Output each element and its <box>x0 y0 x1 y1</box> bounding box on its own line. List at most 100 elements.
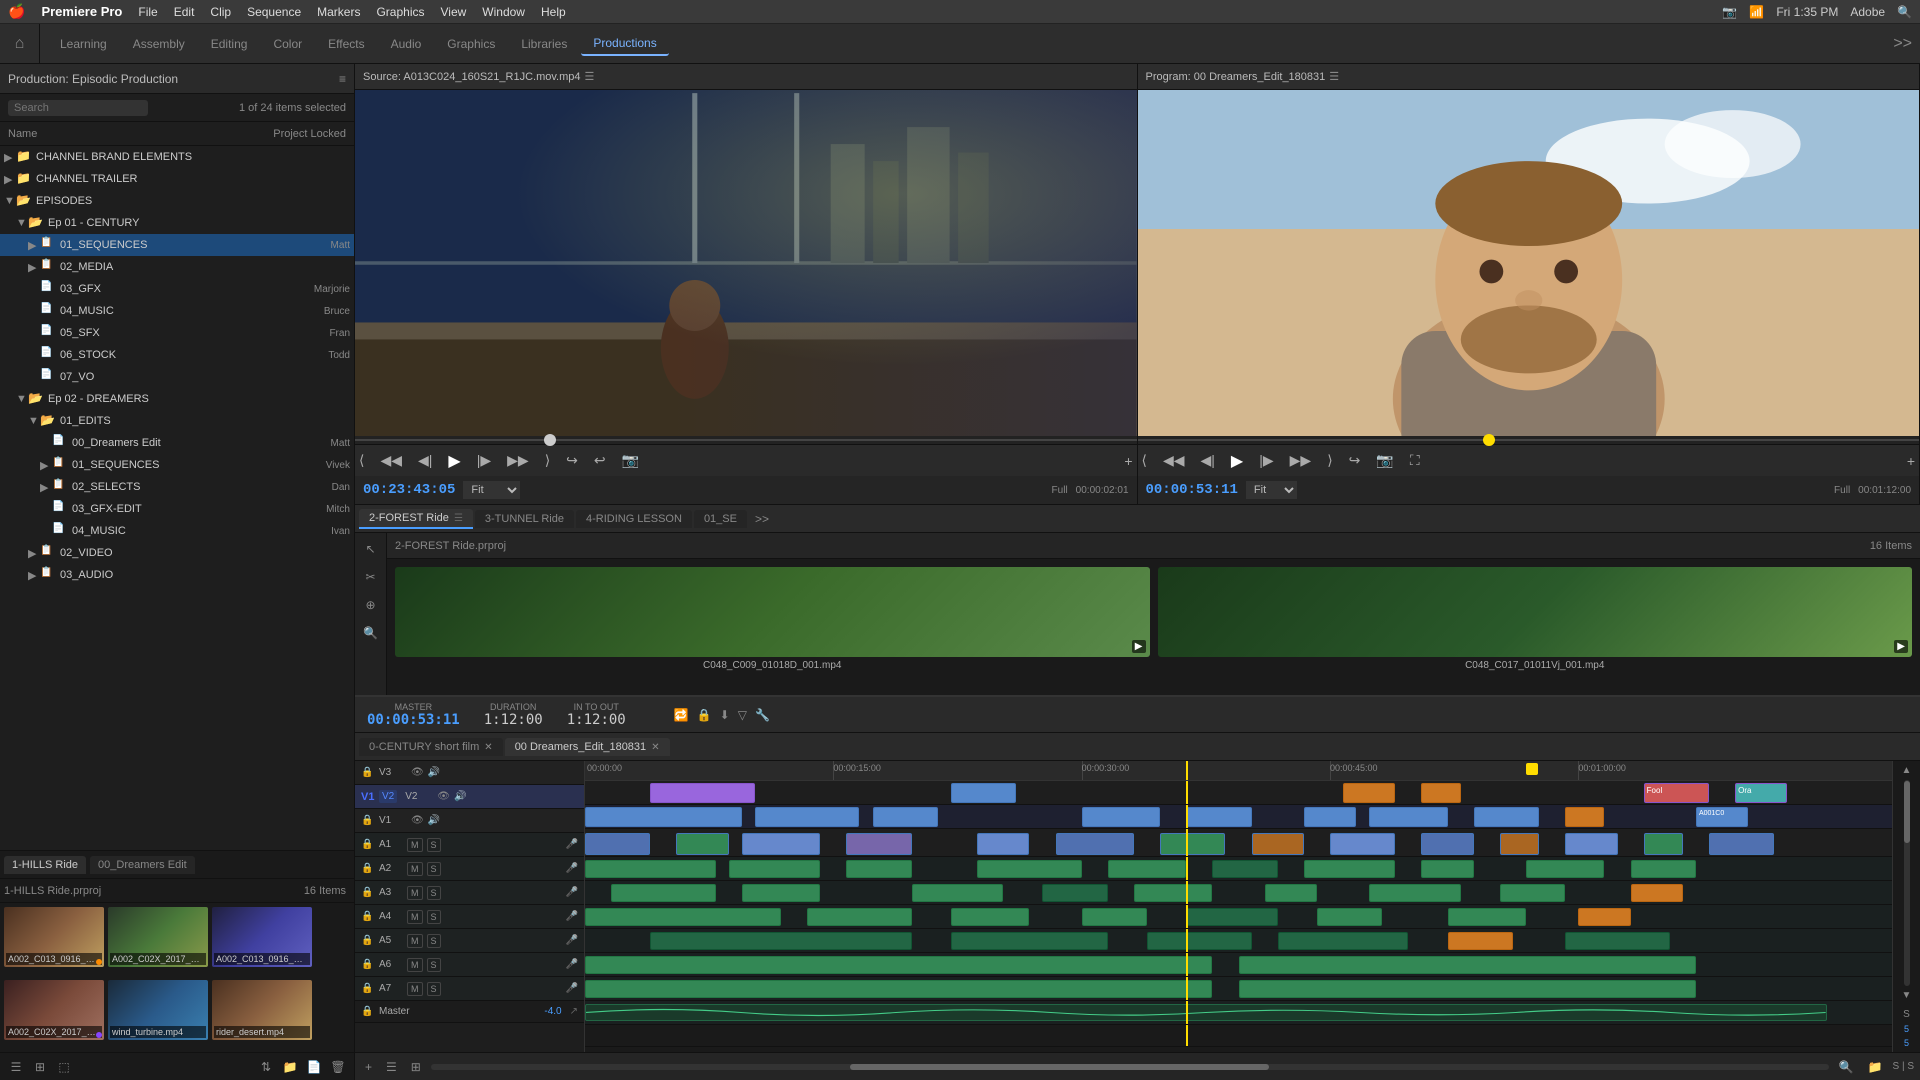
track-mute-button[interactable]: M <box>407 934 423 948</box>
clip-block[interactable] <box>1108 860 1186 878</box>
play-button[interactable]: ▶ <box>444 449 464 473</box>
thumbnail[interactable]: wind_turbine.mp4 <box>108 980 208 1040</box>
list-item[interactable]: ▼ 📂 01_EDITS <box>0 410 354 432</box>
clip-block[interactable] <box>1252 833 1304 855</box>
list-item[interactable]: 📄 07_VO <box>0 366 354 388</box>
clip-arrow-tool[interactable]: ↖ <box>359 537 383 561</box>
step-frame-back-button[interactable]: ◀| <box>414 450 436 471</box>
clip-block[interactable] <box>1421 833 1473 855</box>
clip-block[interactable] <box>585 956 1212 974</box>
timeline-tab-century[interactable]: 0-CENTURY short film ✕ <box>359 738 503 756</box>
clip-block[interactable]: Ora <box>1735 783 1787 803</box>
apple-icon[interactable]: 🍎 <box>8 3 25 20</box>
clip-block[interactable] <box>1565 833 1617 855</box>
clip-block[interactable] <box>1239 956 1696 974</box>
new-item-button[interactable]: 📄 <box>304 1057 324 1077</box>
project-search-input[interactable] <box>8 100 148 116</box>
clip-block[interactable] <box>1448 932 1513 950</box>
timeline-scroll-up[interactable]: ▲ <box>1902 765 1912 776</box>
clip-block[interactable] <box>1212 860 1277 878</box>
track-solo-button[interactable]: S <box>427 862 441 876</box>
clip-tab-tunnel-ride[interactable]: 3-TUNNEL Ride <box>475 510 574 528</box>
track-solo-button[interactable]: S <box>427 934 441 948</box>
clip-block[interactable] <box>1134 884 1212 902</box>
track-mute-button[interactable]: M <box>407 982 423 996</box>
menu-graphics[interactable]: Graphics <box>376 5 424 19</box>
list-item[interactable]: ▶ 📋 02_SELECTS Dan <box>0 476 354 498</box>
clip-block[interactable] <box>1082 807 1160 827</box>
clip-block[interactable] <box>1631 884 1683 902</box>
clip-block[interactable] <box>1186 908 1277 926</box>
more-clip-tabs-button[interactable]: >> <box>749 512 775 526</box>
icon-view-button[interactable]: ⊞ <box>30 1057 50 1077</box>
clip-block[interactable] <box>846 833 911 855</box>
list-item[interactable]: 📄 04_MUSIC Bruce <box>0 300 354 322</box>
tl-new-bin-button[interactable]: 📁 <box>1864 1058 1887 1076</box>
clip-block[interactable] <box>729 860 820 878</box>
step-back-button[interactable]: ◀◀ <box>376 450 406 471</box>
project-menu-button[interactable]: ≡ <box>339 72 346 86</box>
tl-tool-btn[interactable]: 🔒 <box>697 708 712 722</box>
list-item[interactable]: ▶ 📋 02_MEDIA <box>0 256 354 278</box>
clip-block[interactable] <box>1082 908 1147 926</box>
clip-block[interactable] <box>873 807 938 827</box>
clip-block[interactable] <box>611 884 716 902</box>
clip-search-tool[interactable]: 🔍 <box>359 621 383 645</box>
clip-block[interactable] <box>1265 884 1317 902</box>
timeline-tab-dreamers[interactable]: 00 Dreamers_Edit_180831 ✕ <box>505 738 670 756</box>
track-solo-button[interactable]: S <box>427 982 441 996</box>
list-item[interactable]: ▼ 📂 EPISODES <box>0 190 354 212</box>
track-solo-button[interactable]: S <box>427 958 441 972</box>
clip-block[interactable] <box>951 908 1029 926</box>
program-scrubber[interactable] <box>1138 436 1920 444</box>
menu-file[interactable]: File <box>138 5 157 19</box>
clip-tab-riding-lesson[interactable]: 4-RIDING LESSON <box>576 510 692 528</box>
list-item[interactable]: 📄 00_Dreamers Edit Matt <box>0 432 354 454</box>
prog-insert-button[interactable]: ↪ <box>1345 450 1365 471</box>
list-item[interactable]: 📄 06_STOCK Todd <box>0 344 354 366</box>
clip-block[interactable] <box>977 860 1082 878</box>
timeline-scroll-down[interactable]: ▼ <box>1902 990 1912 1001</box>
new-bin-button[interactable]: 📁 <box>280 1057 300 1077</box>
tl-tool-btn[interactable]: 🔧 <box>755 708 770 722</box>
bin-tab-dreamers[interactable]: 00_Dreamers Edit <box>90 856 195 874</box>
clip-block[interactable]: Fool <box>1644 783 1709 803</box>
prog-mark-in-button[interactable]: ⟨ <box>1138 450 1151 471</box>
tl-tool-btn[interactable]: ⬇ <box>720 708 730 722</box>
prog-play-button[interactable]: ▶ <box>1227 449 1247 473</box>
source-close-button[interactable]: ☰ <box>585 70 595 83</box>
clip-block[interactable] <box>951 932 1108 950</box>
list-item[interactable]: ▼ 📂 Ep 01 - CENTURY <box>0 212 354 234</box>
tl-add-track-button[interactable]: + <box>361 1058 376 1076</box>
clip-block[interactable] <box>1644 833 1683 855</box>
clip-block[interactable] <box>1369 884 1460 902</box>
menu-markers[interactable]: Markers <box>317 5 360 19</box>
clip-block[interactable] <box>1304 807 1356 827</box>
clip-block[interactable] <box>585 860 716 878</box>
tab-editing[interactable]: Editing <box>199 33 260 55</box>
clip-block[interactable] <box>650 932 911 950</box>
prog-mark-out-button[interactable]: ⟩ <box>1323 450 1336 471</box>
clip-block[interactable] <box>1160 833 1225 855</box>
timeline-ruler[interactable]: 00:00:00 00:00:15:00 00:00:30:00 00:00:4… <box>585 761 1892 781</box>
tab-assembly[interactable]: Assembly <box>121 33 197 55</box>
clip-block[interactable] <box>755 807 860 827</box>
list-item[interactable]: ▼ 📂 Ep 02 - DREAMERS <box>0 388 354 410</box>
clip-block[interactable] <box>650 783 755 803</box>
clip-block[interactable] <box>1042 884 1107 902</box>
clip-block[interactable] <box>585 833 650 855</box>
clip-block[interactable]: A001C0 <box>1696 807 1748 827</box>
search-icon[interactable]: 🔍 <box>1897 5 1912 19</box>
overwrite-button[interactable]: ↩ <box>590 450 610 471</box>
clip-block[interactable] <box>1421 783 1460 803</box>
track-mute-button[interactable]: M <box>407 958 423 972</box>
list-item[interactable]: 📄 03_GFX-EDIT Mitch <box>0 498 354 520</box>
menu-view[interactable]: View <box>441 5 467 19</box>
list-view-button[interactable]: ☰ <box>6 1057 26 1077</box>
tab-graphics[interactable]: Graphics <box>435 33 507 55</box>
delete-button[interactable]: 🗑 <box>328 1057 348 1077</box>
sort-button[interactable]: ⇅ <box>256 1057 276 1077</box>
thumbnail[interactable]: A002_C02X_2017_0030_001.mp4 <box>4 980 104 1040</box>
prog-camera-button[interactable]: 📷 <box>1372 450 1397 471</box>
clip-block[interactable] <box>1631 860 1696 878</box>
